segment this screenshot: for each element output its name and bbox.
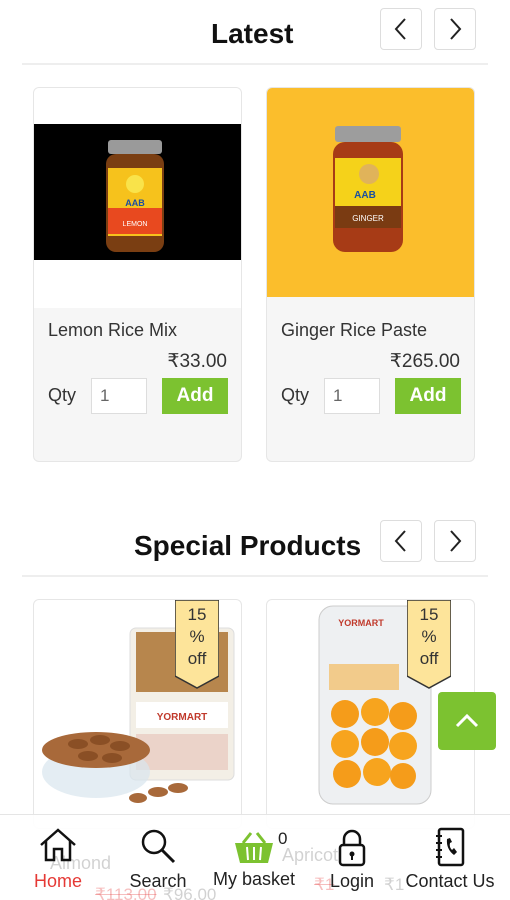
search-icon [141,829,176,864]
home-icon [40,828,76,862]
chevron-right-icon [450,530,462,552]
latest-next-button[interactable] [434,8,476,50]
special-next-button[interactable] [434,520,476,562]
product-image[interactable]: AAB GINGER [267,88,474,297]
qty-input[interactable] [91,378,147,414]
nav-login[interactable]: Login [312,815,392,900]
svg-text:AAB: AAB [125,198,145,208]
product-price: ₹33.00 [167,351,227,372]
latest-prev-button[interactable] [380,8,422,50]
product-price: ₹265.00 [389,351,460,372]
badge-line: 15 [419,605,439,624]
special-header: Special Products [0,512,510,568]
chevron-left-icon [394,530,406,552]
product-name[interactable]: Lemon Rice Mix [48,320,177,341]
nav-home[interactable]: Home [18,815,98,900]
product-name[interactable]: Ginger Rice Paste [281,320,427,341]
nav-basket-label: My basket [212,869,296,889]
basket-icon [235,832,273,863]
ginger-jar-image: AAB GINGER [333,126,403,252]
latest-header: Latest [0,0,510,56]
chevron-up-icon [455,713,479,728]
discount-badge: 15 % off [175,600,219,690]
phone-book-icon [436,827,465,867]
add-to-cart-button[interactable]: Add [162,378,228,414]
svg-text:GINGER: GINGER [352,214,384,223]
nav-login-label: Login [329,871,375,891]
svg-text:AAB: AAB [354,190,376,201]
svg-text:YORMART: YORMART [157,712,208,723]
chevron-left-icon [394,18,406,40]
product-card-almond[interactable]: YORMART 15 % off [33,599,242,829]
basket-count-badge: 0 [278,829,288,848]
badge-line: off [187,649,207,668]
badge-line: off [419,649,439,668]
lock-icon [338,829,366,867]
lemon-jar-image: AAB LEMON [106,140,164,252]
scroll-to-top-button[interactable] [438,692,496,750]
latest-divider [22,63,488,65]
nav-basket[interactable]: My basket [204,815,304,900]
nav-contact-label: Contact Us [405,871,495,891]
add-to-cart-button[interactable]: Add [395,378,461,414]
svg-text:LEMON: LEMON [123,221,148,228]
nav-search[interactable]: Search [118,815,198,900]
special-divider [22,575,488,577]
svg-text:YORMART: YORMART [338,618,384,628]
nav-contact[interactable]: Contact Us [400,815,500,900]
product-card-lemon-rice-mix[interactable]: AAB LEMON Lemon Rice Mix ₹33.00 Qty Add [33,87,242,462]
bottom-navigation: Almond ₹113.00 ₹96.00 Apricot ₹1 ₹1 Home… [0,814,510,900]
qty-input[interactable] [324,378,380,414]
special-title: Special Products [134,530,362,561]
product-card-ginger-rice-paste[interactable]: AAB GINGER Ginger Rice Paste ₹265.00 Qty… [266,87,475,462]
chevron-right-icon [450,18,462,40]
badge-line: 15 [187,605,207,624]
qty-label: Qty [48,385,77,405]
latest-title: Latest [211,18,294,49]
discount-badge: 15 % off [407,600,451,690]
nav-search-label: Search [129,871,187,891]
qty-label: Qty [281,385,310,405]
badge-line: % [421,627,437,646]
special-prev-button[interactable] [380,520,422,562]
nav-home-label: Home [33,871,82,891]
badge-line: % [189,627,205,646]
product-image[interactable]: AAB LEMON [34,88,241,308]
